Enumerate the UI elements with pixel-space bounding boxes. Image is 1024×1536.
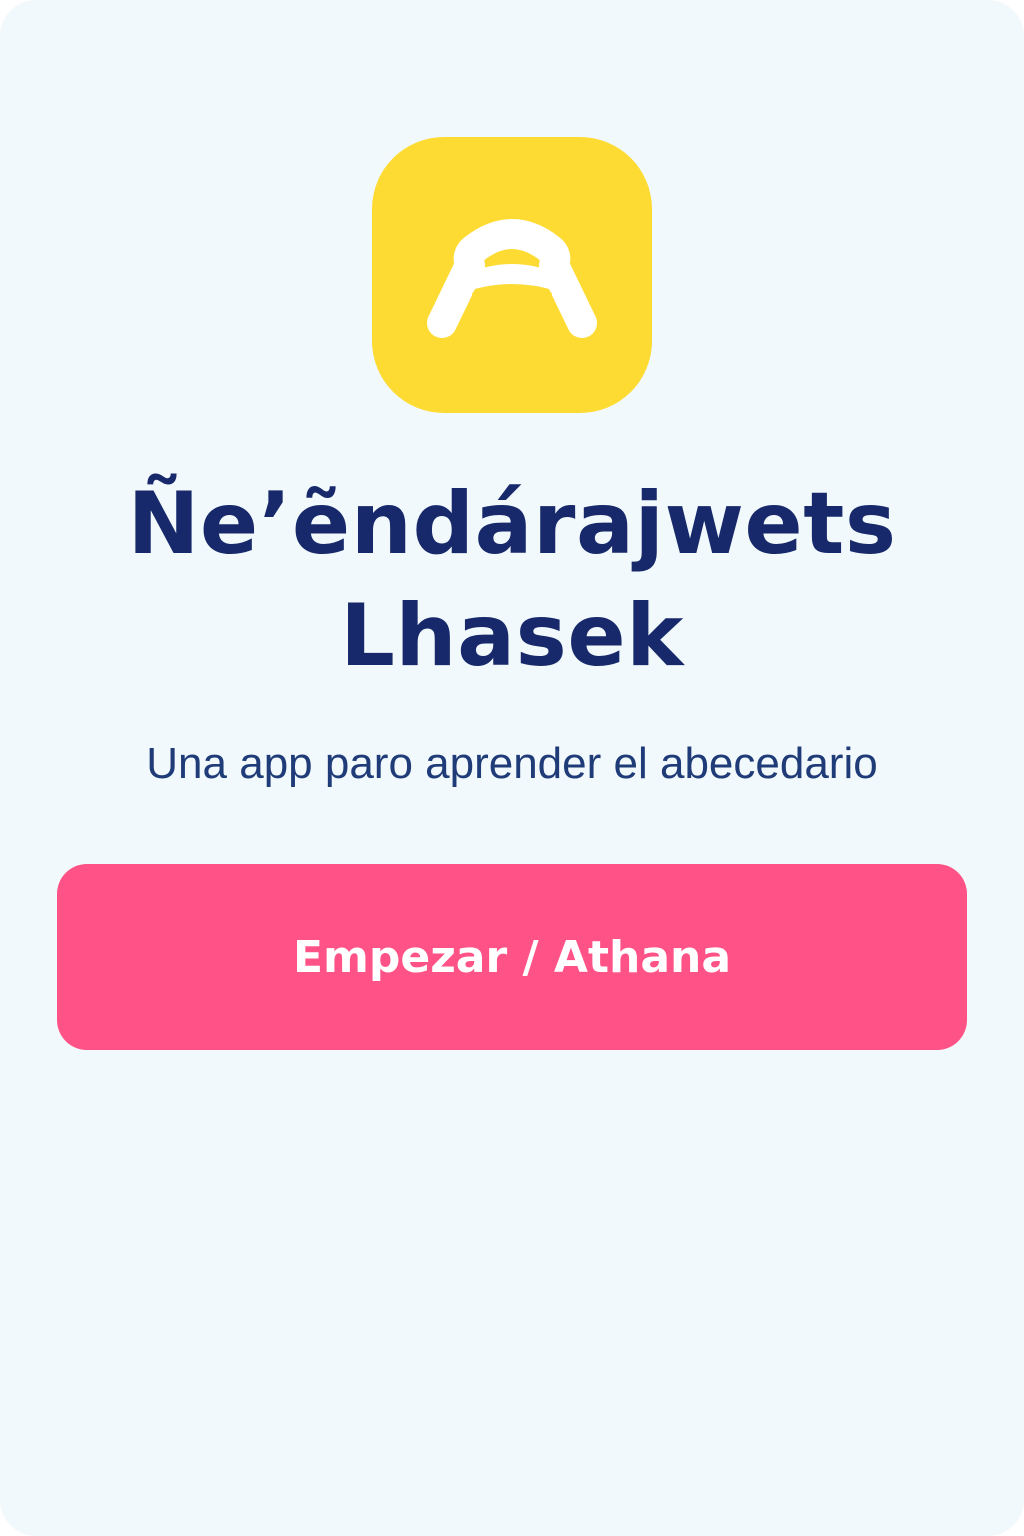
app-title-line-2: Lhasek [340,586,684,686]
app-logo [372,137,652,413]
app-subtitle: Una app paro aprender el abecedario [146,739,878,788]
app-title: Ñe’ẽndárajwets Lhasek [0,468,1024,692]
start-button[interactable]: Empezar / Athana [57,864,967,1050]
welcome-screen: Ñe’ẽndárajwets Lhasek Una app paro apren… [0,0,1024,1536]
app-title-line-1: Ñe’ẽndárajwets [127,474,897,574]
arch-logo-icon [427,219,597,338]
